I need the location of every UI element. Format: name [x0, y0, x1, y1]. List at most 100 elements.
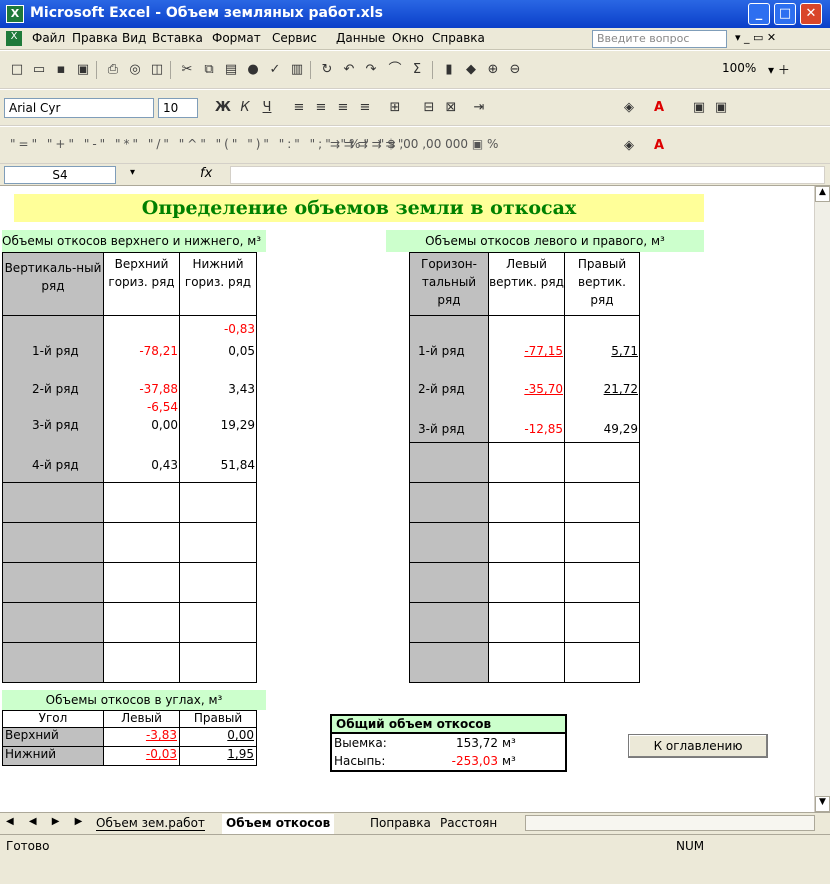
scroll-up-icon[interactable]: ▲: [815, 186, 830, 202]
horiz-row-3-right[interactable]: 49,29: [564, 422, 640, 436]
hyperlink-icon[interactable]: ⌒: [386, 61, 404, 79]
extra-icon-2[interactable]: ▣: [712, 99, 730, 117]
refresh-icon[interactable]: ↻: [318, 61, 336, 79]
drawing-icon[interactable]: ◆: [462, 61, 480, 79]
indent-icon[interactable]: ⇥: [470, 99, 488, 117]
vert-row-3-upper[interactable]: 0,00: [103, 418, 180, 432]
open-icon[interactable]: ▭: [30, 61, 48, 79]
justify-icon[interactable]: ≡: [356, 99, 374, 117]
vert-row-1-lower-top[interactable]: -0,83: [179, 322, 257, 336]
horizontal-scrollbar[interactable]: [525, 815, 815, 831]
zoom-in-icon[interactable]: ⊕: [484, 61, 502, 79]
doc-window-controls[interactable]: ▾ _ ▭ ✕: [735, 31, 776, 44]
menu-format[interactable]: Формат: [212, 31, 261, 45]
close-button[interactable]: ✕: [800, 3, 822, 25]
vert-lower-column: [179, 315, 257, 683]
underline-icon[interactable]: Ч: [258, 99, 276, 117]
extra-icon[interactable]: ▣: [690, 99, 708, 117]
vert-row-3-upper-top[interactable]: -6,54: [103, 400, 180, 414]
tab-distance[interactable]: Расстоян: [440, 816, 497, 830]
menu-tools[interactable]: Сервис: [272, 31, 317, 45]
excel-app-icon[interactable]: X: [6, 5, 24, 23]
permission-icon[interactable]: ▣: [74, 61, 92, 79]
paste-icon[interactable]: ▤: [222, 61, 240, 79]
vertical-scrollbar[interactable]: ▲ ▼: [814, 186, 830, 812]
new-icon[interactable]: □: [8, 61, 26, 79]
cut-icon[interactable]: ✂: [178, 61, 196, 79]
horiz-row-1-right[interactable]: 5,71: [564, 344, 640, 358]
worksheet[interactable]: Определение объемов земли в откосах Объе…: [0, 186, 814, 812]
format-painter-icon[interactable]: ●: [244, 61, 262, 79]
menu-edit[interactable]: Правка: [72, 31, 118, 45]
align-right-icon[interactable]: ≡: [334, 99, 352, 117]
corners-row-2-right[interactable]: 1,95: [179, 746, 257, 766]
name-box[interactable]: S4: [4, 166, 116, 184]
borders-icon[interactable]: ⊞: [386, 99, 404, 117]
total-cut-value[interactable]: 153,72: [400, 736, 500, 750]
menu-window[interactable]: Окно: [392, 31, 424, 45]
vert-row-4-lower[interactable]: 51,84: [179, 458, 257, 472]
vert-row-1-lower[interactable]: 0,05: [179, 344, 257, 358]
function-icon[interactable]: fx: [200, 166, 212, 181]
check-icon[interactable]: ✓: [266, 61, 284, 79]
horiz-row-2-right[interactable]: 21,72: [564, 382, 640, 396]
bold-icon[interactable]: Ж: [214, 99, 232, 117]
percent-icon[interactable]: ⊠: [442, 99, 460, 117]
font-color-icon[interactable]: A: [650, 99, 668, 117]
vert-row-2-lower[interactable]: 3,43: [179, 382, 257, 396]
undo-icon[interactable]: ↶: [340, 61, 358, 79]
align-center-icon[interactable]: ≡: [312, 99, 330, 117]
menu-view[interactable]: Вид: [122, 31, 146, 45]
zoom-out-icon[interactable]: ⊖: [506, 61, 524, 79]
save-icon[interactable]: ▪: [52, 61, 70, 79]
menu-help[interactable]: Справка: [432, 31, 485, 45]
menu-insert[interactable]: Вставка: [152, 31, 203, 45]
bar-chart-icon[interactable]: ▮: [440, 61, 458, 79]
autosum-icon[interactable]: Σ: [408, 61, 426, 79]
align-left-icon[interactable]: ≡: [290, 99, 308, 117]
formula-input[interactable]: [230, 166, 825, 184]
corners-row-2-left[interactable]: -0,03: [103, 746, 180, 766]
fill-color-icon[interactable]: ◈: [620, 99, 638, 117]
tab-slopes-active[interactable]: Объем откосов: [222, 814, 335, 834]
italic-icon[interactable]: К: [236, 99, 254, 117]
tab-nav-icons[interactable]: ◀ ◀ ▶ ▶: [6, 816, 88, 827]
redo-icon[interactable]: ↷: [362, 61, 380, 79]
copy-icon[interactable]: ⧉: [200, 61, 218, 79]
menu-data[interactable]: Данные: [336, 31, 385, 45]
vert-row-3-lower[interactable]: 19,29: [179, 418, 257, 432]
horiz-row-3-left[interactable]: -12,85: [488, 422, 565, 436]
zoom-dropdown-icon[interactable]: ▾ ＋: [768, 61, 790, 78]
minimize-button[interactable]: _: [748, 3, 770, 25]
doc-icon[interactable]: X: [6, 31, 22, 46]
chart-wizard-icon[interactable]: ▥: [288, 61, 306, 79]
toc-button[interactable]: К оглавлению: [628, 734, 768, 758]
name-box-dropdown-icon[interactable]: ▾: [130, 167, 135, 178]
horiz-row-1-left[interactable]: -77,15: [488, 344, 565, 358]
horiz-row-2-left[interactable]: -35,70: [488, 382, 565, 396]
grid-line: [409, 442, 640, 443]
print-icon[interactable]: ⎙: [104, 61, 122, 79]
decimals-row[interactable]: ⇉ ⇉ ⇉ ⇉ ⇉ ,00 ,00 000 ▣ %: [330, 137, 498, 151]
font-size-select[interactable]: 10: [158, 98, 198, 118]
menu-file[interactable]: Файл: [32, 31, 65, 45]
corners-row-1-right[interactable]: 0,00: [179, 727, 257, 747]
horiz-label-column: [409, 315, 489, 683]
fill-color-icon-2[interactable]: ◈: [620, 137, 638, 155]
preview-icon[interactable]: ◎: [126, 61, 144, 79]
total-fill-value[interactable]: -253,03: [400, 754, 500, 768]
font-color-icon-2[interactable]: A: [650, 137, 668, 155]
research-icon[interactable]: ◫: [148, 61, 166, 79]
vert-row-1-upper[interactable]: -78,21: [103, 344, 180, 358]
tab-correction[interactable]: Поправка: [370, 816, 431, 830]
zoom-select[interactable]: 100%: [722, 61, 756, 75]
vert-row-2-upper[interactable]: -37,88: [103, 382, 180, 396]
vert-row-4-upper[interactable]: 0,43: [103, 458, 180, 472]
font-name-select[interactable]: Arial Cyr: [4, 98, 154, 118]
scroll-down-icon[interactable]: ▼: [815, 796, 830, 812]
help-question-input[interactable]: Введите вопрос: [592, 30, 727, 48]
maximize-button[interactable]: □: [774, 3, 796, 25]
merge-icon[interactable]: ⊟: [420, 99, 438, 117]
tab-earthworks[interactable]: Объем зем.работ: [96, 816, 205, 831]
corners-row-1-left[interactable]: -3,83: [103, 727, 180, 747]
